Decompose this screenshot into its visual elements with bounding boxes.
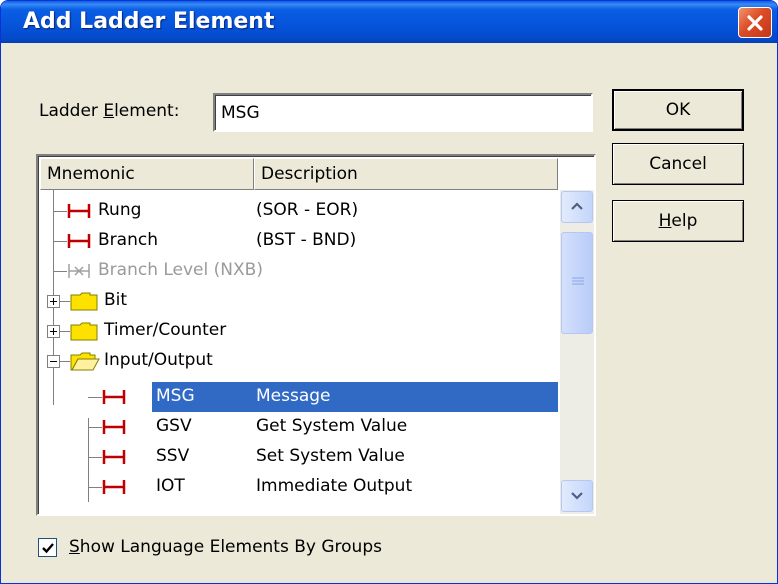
tree-line [60,331,70,332]
list-item-mnemonic: Branch [98,230,158,250]
scroll-up-icon [571,202,583,210]
list-item-mnemonic: Branch Level (NXB) [98,260,263,280]
tree-line [88,487,102,488]
column-header-description[interactable]: Description [254,158,558,190]
vertical-scrollbar[interactable] [560,190,594,514]
tree-line [53,271,67,272]
list-item-mnemonic: Bit [104,290,128,310]
tree-line [60,361,70,362]
rung-icon [102,420,126,434]
list-item-bit[interactable]: Bit [38,286,558,316]
list-item-input-output[interactable]: Input/Output [38,346,558,376]
minus-box-icon[interactable] [47,355,60,368]
list-item-timer-counter[interactable]: Timer/Counter [38,316,558,346]
dialog-title: Add Ladder Element [23,9,275,34]
show-groups-label-access-key: S [69,537,80,557]
list-item-description: Immediate Output [256,476,413,496]
rung-icon [67,204,91,218]
list-item-description: Message [256,386,331,406]
tree-line [88,397,102,398]
checkmark-icon [42,543,54,554]
element-list[interactable]: Mnemonic Description Rung (SOR - EOR) Br… [36,154,596,516]
list-item-branch[interactable]: Branch (BST - BND) [38,226,558,256]
ok-button[interactable]: OK [612,89,744,131]
help-button-label: elp [671,211,698,231]
scroll-up-button[interactable] [561,191,593,223]
rung-icon [67,234,91,248]
help-button-access-key: H [658,211,672,231]
list-item-description: (BST - BND) [256,230,357,250]
close-button[interactable] [738,7,772,38]
list-item-gsv[interactable]: GSV Get System Value [38,412,558,442]
ladder-element-label-access-key: E [103,101,115,121]
help-button[interactable]: Help [612,200,744,242]
cancel-button[interactable]: Cancel [612,143,744,185]
scroll-down-icon [571,492,583,500]
column-header-mnemonic[interactable]: Mnemonic [40,158,254,190]
list-item-msg[interactable]: MSG Message [38,382,558,412]
list-item-mnemonic: MSG [156,386,195,406]
scroll-down-button[interactable] [561,480,593,512]
ladder-element-label-post: lement: [114,101,180,121]
tree-line [88,427,102,428]
list-item-mnemonic: SSV [156,446,190,466]
list-item-iot[interactable]: IOT Immediate Output [38,472,558,502]
show-groups-label[interactable]: Show Language Elements By Groups [69,537,382,557]
ladder-element-label-pre: Ladder [39,101,104,121]
show-groups-checkbox[interactable] [38,538,57,557]
title-bar[interactable]: Add Ladder Element [1,1,777,43]
list-item-mnemonic-text: Branch Level [98,260,209,280]
rung-icon [102,450,126,464]
plus-box-icon[interactable] [47,295,60,308]
rung-icon [102,390,126,404]
tree-line [53,241,67,242]
show-groups-label-text: how Language Elements By Groups [79,537,382,557]
list-item-mnemonic: Timer/Counter [104,320,227,340]
list-item-description: Set System Value [256,446,405,466]
list-item-mnemonic: IOT [156,476,185,496]
list-item-description: (SOR - EOR) [256,200,359,220]
plus-box-icon[interactable] [47,325,60,338]
ladder-element-input[interactable] [213,93,593,132]
tree-line [60,301,70,302]
scroll-thumb[interactable] [561,232,593,334]
tree-line [88,457,102,458]
grip-icon [572,277,584,285]
close-icon [747,15,763,31]
list-item-mnemonic: Input/Output [104,350,213,370]
list-item-branch-level[interactable]: Branch Level (NXB) [38,256,558,286]
folder-icon [70,292,98,311]
dialog-window: Add Ladder Element Ladder Element: OK Ca… [0,0,778,584]
list-item-description: Get System Value [256,416,408,436]
branch-level-icon [68,264,90,278]
ladder-element-label: Ladder Element: [39,101,179,121]
tree-line [53,211,67,212]
folder-icon [70,322,98,341]
list-item-mnemonic: GSV [156,416,192,436]
list-item-ssv[interactable]: SSV Set System Value [38,442,558,472]
open-folder-icon [70,352,100,371]
list-item-description: (NXB) [213,260,263,280]
rung-icon [102,480,126,494]
list-item-rung[interactable]: Rung (SOR - EOR) [38,196,558,226]
list-item-mnemonic: Rung [98,200,142,220]
